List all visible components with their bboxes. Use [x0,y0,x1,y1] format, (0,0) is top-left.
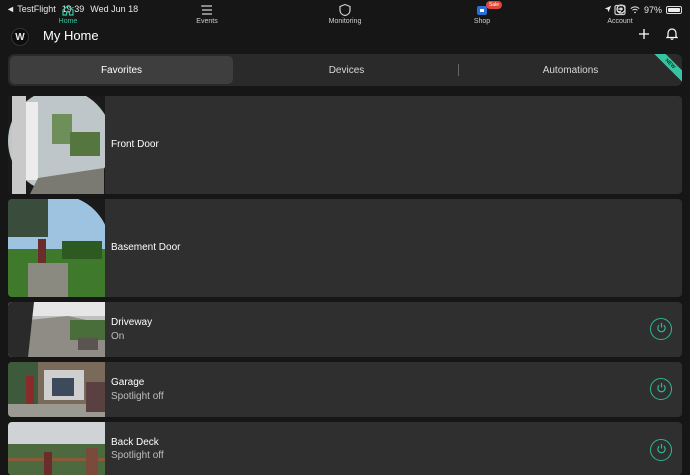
segmented-control: Favorites Devices Automations [8,54,682,86]
battery-icon [666,6,682,14]
power-button[interactable] [650,318,672,340]
page-header: W My Home [0,26,690,48]
tab-shop-label: Shop [473,18,491,25]
device-name: Front Door [111,139,159,150]
tab-home-label: Home [58,18,78,25]
bell-icon [665,27,679,45]
device-card-front-door[interactable]: Front Door [8,96,682,194]
app-logo: W [11,28,29,46]
segment-devices-label: Devices [328,64,365,76]
tab-home[interactable]: Home [38,2,98,25]
new-badge-label: NEW [654,54,682,82]
power-button[interactable] [650,439,672,461]
device-card-garage[interactable]: Garage Spotlight off [8,362,682,417]
camera-thumbnail[interactable] [8,199,105,297]
power-button[interactable] [650,378,672,400]
page-title: My Home [43,28,99,43]
device-status: Spotlight off [111,450,164,461]
power-icon [656,320,667,338]
device-name: Back Deck [111,437,159,448]
segment-automations[interactable]: Automations [459,54,682,86]
device-card-driveway[interactable]: Driveway On [8,302,682,357]
new-badge: NEW [654,54,682,82]
segment-automations-label: Automations [542,64,599,76]
device-status: On [111,331,125,342]
tab-events-label: Events [196,18,218,25]
list-icon [177,2,237,18]
tab-account[interactable]: Account [590,2,650,25]
notifications-button[interactable] [664,28,680,44]
shield-icon [315,2,375,18]
segment-favorites-label: Favorites [100,64,143,76]
device-status: Spotlight off [111,391,164,402]
tab-monitoring[interactable]: Monitoring [315,2,375,25]
tab-monitoring-label: Monitoring [328,18,362,25]
plus-icon [638,27,650,45]
device-name: Garage [111,377,145,388]
home-icon [38,2,98,18]
device-name: Basement Door [111,242,181,253]
segment-devices[interactable]: Devices [235,54,458,86]
tab-account-label: Account [607,18,633,25]
power-icon [656,441,667,459]
shop-icon [452,2,512,18]
device-card-back-deck[interactable]: Back Deck Spotlight off [8,422,682,475]
account-icon [590,2,650,18]
camera-thumbnail[interactable] [8,422,105,475]
camera-thumbnail[interactable] [8,362,105,417]
camera-thumbnail[interactable] [8,96,105,194]
camera-thumbnail[interactable] [8,302,105,357]
sale-badge: Sale [486,1,503,9]
segment-favorites[interactable]: Favorites [10,56,233,84]
device-name: Driveway [111,317,153,328]
device-card-basement-door[interactable]: Basement Door [8,199,682,297]
tab-shop[interactable]: Sale Shop [452,1,512,25]
power-icon [656,380,667,398]
add-button[interactable] [636,28,652,44]
tab-events[interactable]: Events [177,2,237,25]
